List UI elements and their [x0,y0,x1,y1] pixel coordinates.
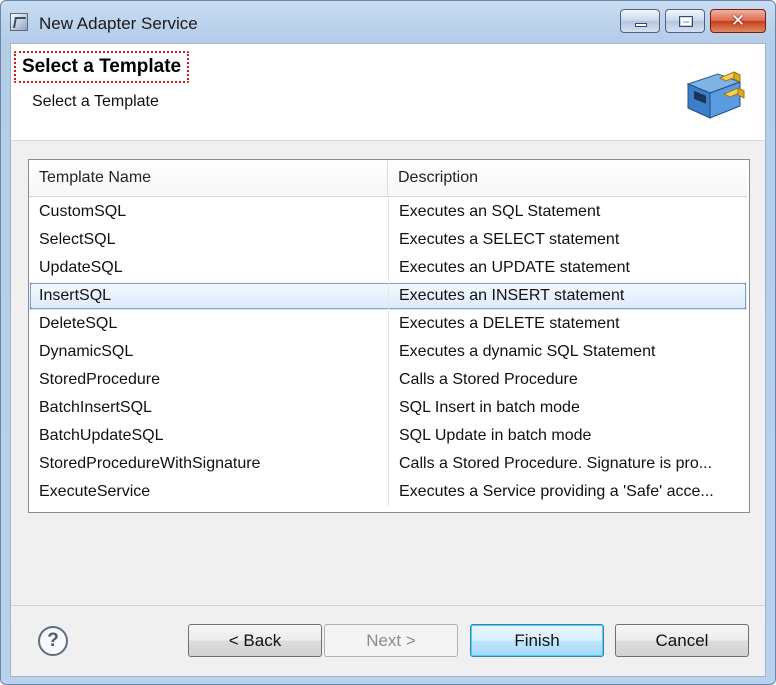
close-button[interactable]: ✕ [710,9,766,33]
template-name-cell: StoredProcedureWithSignature [39,455,261,472]
column-header-description[interactable]: Description [388,160,747,196]
page-title: Select a Template [14,51,190,83]
table-row[interactable]: DeleteSQL Executes a DELETE statement [29,310,747,338]
minimize-button[interactable] [620,9,660,33]
finish-button[interactable]: Finish [470,624,604,657]
maximize-icon [679,16,693,27]
description-cell: Executes an SQL Statement [388,198,747,226]
back-button[interactable]: < Back [188,624,322,657]
template-name-cell: CustomSQL [39,203,127,220]
dialog-window: New Adapter Service ✕ Select a Template … [0,0,776,685]
title-bar[interactable]: New Adapter Service ✕ [1,1,775,43]
template-table[interactable]: Template Name Description CustomSQL Execu… [28,159,750,513]
minimize-icon [635,23,647,27]
page-subtitle: Select a Template [32,93,159,110]
description-cell: SQL Update in batch mode [388,422,747,450]
close-icon: ✕ [730,11,746,31]
template-name-cell: StoredProcedure [39,371,160,388]
footer-divider [11,605,765,606]
dialog-body: Select a Template Select a Template Temp… [10,43,766,677]
description-cell: Executes an UPDATE statement [388,254,747,282]
table-row[interactable]: StoredProcedureWithSignature Calls a Stor… [29,450,747,478]
template-name-cell: SelectSQL [39,231,116,248]
table-row[interactable]: ExecuteService Executes a Service providi… [29,478,747,506]
template-name-cell: InsertSQL [39,287,112,304]
table-row-selected[interactable]: InsertSQL Executes an INSERT statement [29,282,747,310]
app-icon [10,13,28,31]
template-name-cell: BatchInsertSQL [39,399,152,416]
description-cell: SQL Insert in batch mode [388,394,747,422]
table-header: Template Name Description [29,160,747,197]
column-header-template-name[interactable]: Template Name [29,160,388,196]
template-name-cell: DynamicSQL [39,343,134,360]
template-name-cell: UpdateSQL [39,259,123,276]
window-title: New Adapter Service [39,14,198,33]
table-row[interactable]: BatchInsertSQL SQL Insert in batch mode [29,394,747,422]
description-cell: Calls a Stored Procedure. Signature is p… [388,450,747,478]
table-row[interactable]: CustomSQL Executes an SQL Statement [29,198,747,226]
table-row[interactable]: SelectSQL Executes a SELECT statement [29,226,747,254]
description-cell: Executes a DELETE statement [388,310,747,338]
table-body: CustomSQL Executes an SQL Statement Selec… [29,198,747,506]
table-row[interactable]: UpdateSQL Executes an UPDATE statement [29,254,747,282]
template-name-cell: ExecuteService [39,483,151,500]
description-cell: Executes a Service providing a 'Safe' ac… [388,478,747,506]
cancel-button[interactable]: Cancel [615,624,749,657]
description-cell: Executes an INSERT statement [388,282,747,310]
description-cell: Executes a dynamic SQL Statement [388,338,747,366]
next-button: Next > [324,624,458,657]
maximize-button[interactable] [665,9,705,33]
template-name-cell: BatchUpdateSQL [39,427,164,444]
wizard-banner: Select a Template Select a Template [11,44,765,141]
description-cell: Executes a SELECT statement [388,226,747,254]
help-icon[interactable]: ? [38,626,68,656]
table-row[interactable]: DynamicSQL Executes a dynamic SQL Stateme… [29,338,747,366]
template-name-cell: DeleteSQL [39,315,118,332]
table-row[interactable]: BatchUpdateSQL SQL Update in batch mode [29,422,747,450]
adapter-plug-icon [686,71,746,119]
table-row[interactable]: StoredProcedure Calls a Stored Procedure [29,366,747,394]
description-cell: Calls a Stored Procedure [388,366,747,394]
